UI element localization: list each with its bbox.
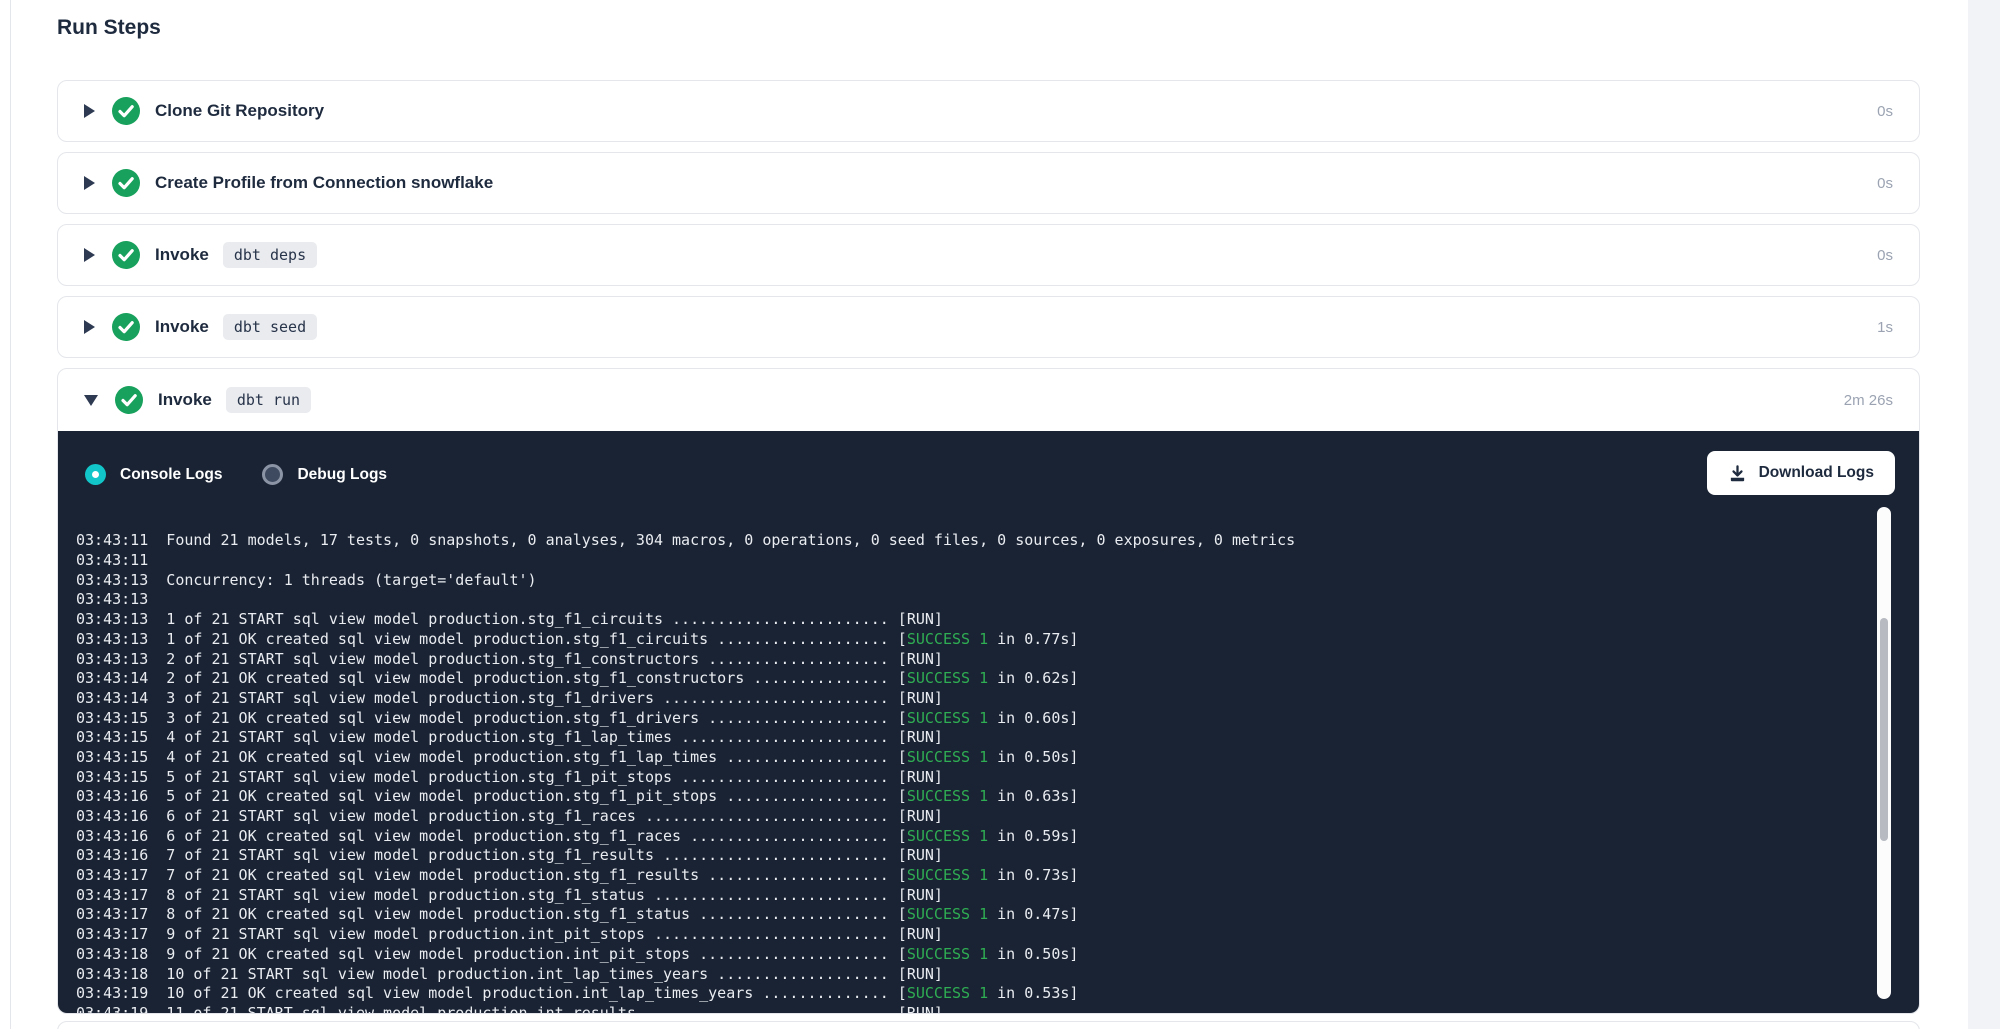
log-scrollbar-track[interactable] — [1877, 507, 1891, 999]
download-icon — [1728, 464, 1747, 483]
log-line: 03:43:16 7 of 21 START sql view model pr… — [76, 846, 1873, 866]
debug-logs-label: Debug Logs — [297, 466, 387, 484]
log-line: 03:43:16 6 of 21 OK created sql view mod… — [76, 827, 1873, 847]
caret-right-icon[interactable] — [84, 176, 95, 190]
page-scrollbar-track[interactable] — [1968, 0, 2000, 1029]
log-tabs: Console Logs Debug Logs — [85, 464, 387, 485]
step-label: Clone Git Repository — [155, 101, 324, 121]
log-line: 03:43:11 — [76, 551, 1873, 571]
success-status: SUCCESS 1 — [907, 630, 988, 648]
log-line: 03:43:17 9 of 21 START sql view model pr… — [76, 925, 1873, 945]
download-logs-button[interactable]: Download Logs — [1707, 451, 1895, 495]
debug-logs-radio-option[interactable]: Debug Logs — [262, 464, 387, 485]
success-status: SUCCESS 1 — [907, 669, 988, 687]
check-circle-icon — [112, 313, 140, 341]
log-lines: 03:43:11 Found 21 models, 17 tests, 0 sn… — [76, 531, 1873, 1013]
console-logs-label: Console Logs — [120, 466, 222, 484]
caret-right-icon[interactable] — [84, 248, 95, 262]
log-line: 03:43:13 2 of 21 START sql view model pr… — [76, 650, 1873, 670]
log-line: 03:43:15 5 of 21 START sql view model pr… — [76, 768, 1873, 788]
step-duration: 2m 26s — [1844, 392, 1893, 409]
log-line: 03:43:17 8 of 21 START sql view model pr… — [76, 886, 1873, 906]
command-badge: dbt run — [226, 387, 311, 413]
step-duration: 0s — [1877, 103, 1893, 120]
caret-right-icon[interactable] — [84, 104, 95, 118]
left-divider — [10, 0, 11, 1029]
log-line: 03:43:13 — [76, 590, 1873, 610]
run-steps-page: Run Steps Clone Git Repository 0s Create… — [0, 0, 2000, 1029]
success-status: SUCCESS 1 — [907, 709, 988, 727]
step-card-create-profile[interactable]: Create Profile from Connection snowflake… — [57, 152, 1920, 214]
step-label: Invoke — [158, 390, 212, 410]
success-status: SUCCESS 1 — [907, 827, 988, 845]
check-circle-icon — [115, 386, 143, 414]
run-steps-list: Clone Git Repository 0s Create Profile f… — [57, 80, 1920, 1029]
step-card-dbt-run: Invoke dbt run 2m 26s Console Logs Debug… — [57, 368, 1920, 1014]
step-duration: 0s — [1877, 175, 1893, 192]
success-status: SUCCESS 1 — [907, 866, 988, 884]
step-label: Invoke — [155, 317, 209, 337]
console-logs-radio-option[interactable]: Console Logs — [85, 464, 222, 485]
radio-selected-icon[interactable] — [85, 464, 106, 485]
step-card-dbt-deps[interactable]: Invoke dbt deps 0s — [57, 224, 1920, 286]
log-line: 03:43:14 3 of 21 START sql view model pr… — [76, 689, 1873, 709]
caret-down-icon[interactable] — [84, 395, 98, 406]
log-line: 03:43:15 4 of 21 START sql view model pr… — [76, 728, 1873, 748]
command-badge: dbt seed — [223, 314, 317, 340]
success-status: SUCCESS 1 — [907, 748, 988, 766]
log-line: 03:43:18 10 of 21 START sql view model p… — [76, 965, 1873, 985]
log-line: 03:43:14 2 of 21 OK created sql view mod… — [76, 669, 1873, 689]
log-line: 03:43:17 7 of 21 OK created sql view mod… — [76, 866, 1873, 886]
caret-right-icon[interactable] — [84, 320, 95, 334]
log-line: 03:43:17 8 of 21 OK created sql view mod… — [76, 905, 1873, 925]
step-header-dbt-run[interactable]: Invoke dbt run 2m 26s — [58, 369, 1919, 431]
log-view[interactable]: 03:43:11 Found 21 models, 17 tests, 0 sn… — [76, 501, 1873, 1013]
log-scrollbar-thumb[interactable] — [1880, 618, 1888, 841]
log-line: 03:43:16 6 of 21 START sql view model pr… — [76, 807, 1873, 827]
console-log-panel: Console Logs Debug Logs — [58, 431, 1919, 1013]
radio-unselected-icon[interactable] — [262, 464, 283, 485]
step-card-clone-git[interactable]: Clone Git Repository 0s — [57, 80, 1920, 142]
log-line: 03:43:16 5 of 21 OK created sql view mod… — [76, 787, 1873, 807]
step-duration: 0s — [1877, 247, 1893, 264]
log-line: 03:43:13 1 of 21 START sql view model pr… — [76, 610, 1873, 630]
log-line: 03:43:18 9 of 21 OK created sql view mod… — [76, 945, 1873, 965]
log-line: 03:43:15 4 of 21 OK created sql view mod… — [76, 748, 1873, 768]
success-status: SUCCESS 1 — [907, 945, 988, 963]
log-line: 03:43:11 Found 21 models, 17 tests, 0 sn… — [76, 531, 1873, 551]
check-circle-icon — [112, 97, 140, 125]
page-title: Run Steps — [57, 16, 161, 40]
step-label: Create Profile from Connection snowflake — [155, 173, 493, 193]
step-card-dbt-seed[interactable]: Invoke dbt seed 1s — [57, 296, 1920, 358]
log-line: 03:43:19 10 of 21 OK created sql view mo… — [76, 984, 1873, 1004]
success-status: SUCCESS 1 — [907, 905, 988, 923]
success-status: SUCCESS 1 — [907, 787, 988, 805]
success-status: SUCCESS 1 — [907, 984, 988, 1002]
download-logs-label: Download Logs — [1759, 464, 1874, 482]
log-line: 03:43:13 Concurrency: 1 threads (target=… — [76, 571, 1873, 591]
command-badge: dbt deps — [223, 242, 317, 268]
log-line: 03:43:13 1 of 21 OK created sql view mod… — [76, 630, 1873, 650]
log-line: 03:43:19 11 of 21 START sql view model p… — [76, 1004, 1873, 1013]
next-step-card-partial[interactable] — [57, 1021, 1920, 1029]
check-circle-icon — [112, 241, 140, 269]
step-duration: 1s — [1877, 319, 1893, 336]
step-label: Invoke — [155, 245, 209, 265]
log-line: 03:43:15 3 of 21 OK created sql view mod… — [76, 709, 1873, 729]
check-circle-icon — [112, 169, 140, 197]
